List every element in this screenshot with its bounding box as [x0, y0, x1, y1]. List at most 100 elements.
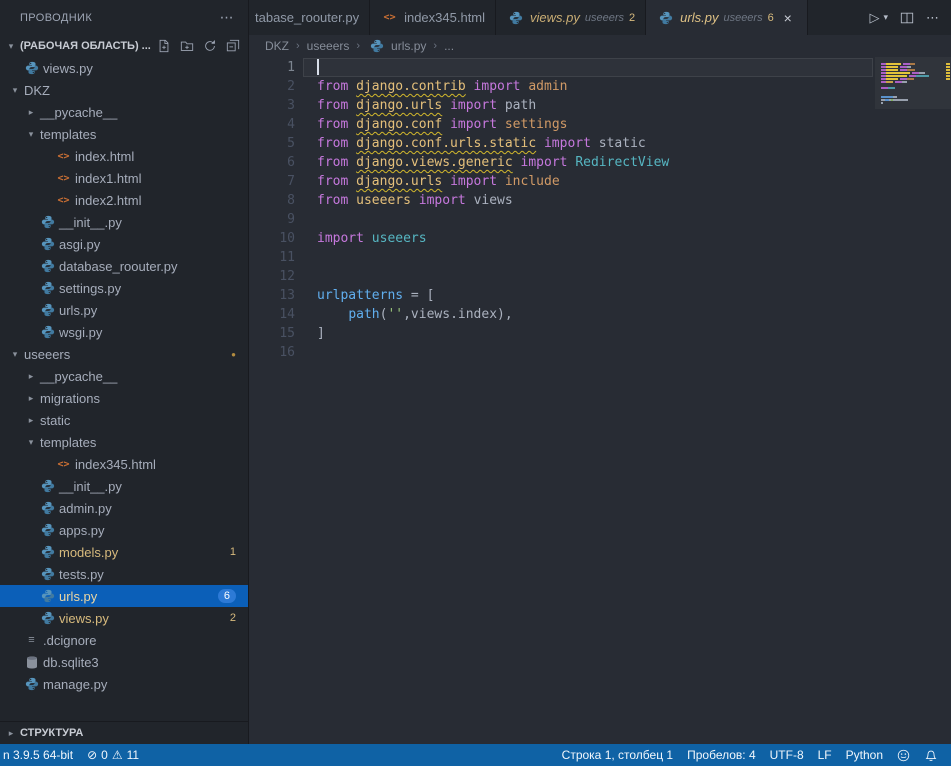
code-line-7[interactable]: 7from django.urls import include [249, 172, 873, 191]
python-interpreter[interactable]: n 3.9.5 64-bit [0, 744, 80, 766]
tree-folder-migrations[interactable]: ▸migrations [0, 387, 248, 409]
tree-folder-static[interactable]: ▸static [0, 409, 248, 431]
breadcrumb-label: useeers [307, 39, 350, 53]
line-text: from django.conf import settings [295, 115, 567, 134]
line-number: 13 [249, 286, 295, 305]
html-icon: <> [54, 459, 73, 470]
code-line-3[interactable]: 3from django.urls import path [249, 96, 873, 115]
code-line-10[interactable]: 10import useeers [249, 229, 873, 248]
encoding[interactable]: UTF-8 [763, 744, 811, 766]
tab-urls[interactable]: urls.pyuseeers6× [646, 0, 808, 35]
code-line-1[interactable]: 1 [249, 58, 873, 77]
indentation[interactable]: Пробелов: 4 [680, 744, 763, 766]
html-icon: <> [380, 12, 399, 23]
code-line-11[interactable]: 11 [249, 248, 873, 267]
tree-item-settings.py[interactable]: settings.py [0, 277, 248, 299]
tree-item-asgi.py[interactable]: asgi.py [0, 233, 248, 255]
code-line-13[interactable]: 13urlpatterns = [ [249, 286, 873, 305]
problems-badge: 1 [230, 546, 236, 558]
line-text [295, 343, 317, 362]
new-folder-icon[interactable] [180, 39, 194, 53]
tab-index345[interactable]: <>index345.html [370, 0, 496, 35]
tree-item-db.sqlite3[interactable]: db.sqlite3 [0, 651, 248, 673]
language-mode[interactable]: Python [839, 744, 890, 766]
run-dropdown-icon[interactable]: ▾ [883, 12, 888, 23]
tree-item-urls.py[interactable]: urls.py [0, 299, 248, 321]
collapse-all-icon[interactable] [226, 39, 240, 53]
status-right: Строка 1, столбец 1Пробелов: 4UTF-8LFPyt… [555, 744, 945, 766]
line-text: from django.contrib import admin [295, 77, 567, 96]
code-line-12[interactable]: 12 [249, 267, 873, 286]
code-lines: 12from django.contrib import admin3from … [249, 58, 873, 362]
tree-item-.dcignore[interactable]: ≡.dcignore [0, 629, 248, 651]
split-editor-button[interactable] [900, 11, 914, 25]
tree-folder-__pycache__[interactable]: ▸__pycache__ [0, 365, 248, 387]
tree-item-views.py[interactable]: views.py [0, 57, 248, 79]
eol[interactable]: LF [811, 744, 839, 766]
code-line-16[interactable]: 16 [249, 343, 873, 362]
file-label: admin.py [59, 501, 112, 516]
tab-views[interactable]: views.pyuseeers2 [496, 0, 646, 35]
tree-folder-__pycache__[interactable]: ▸__pycache__ [0, 101, 248, 123]
tree-item-index2.html[interactable]: <>index2.html [0, 189, 248, 211]
tree-item-__init__.py[interactable]: __init__.py [0, 475, 248, 497]
tree-folder-DKZ[interactable]: ▾DKZ [0, 79, 248, 101]
minimap-line [881, 72, 943, 74]
code-line-9[interactable]: 9 [249, 210, 873, 229]
tree-item-urls.py[interactable]: urls.py6 [0, 585, 248, 607]
close-icon[interactable]: × [779, 10, 797, 26]
outline-section-header[interactable]: ▸ СТРУКТУРА [0, 721, 248, 744]
tree-folder-useeers[interactable]: ▾useeers● [0, 343, 248, 365]
file-icon: ≡ [22, 634, 41, 646]
tree-item-tests.py[interactable]: tests.py [0, 563, 248, 585]
cursor-position[interactable]: Строка 1, столбец 1 [555, 744, 680, 766]
breadcrumb-item-useeers[interactable]: useeers [307, 39, 350, 53]
tree-item-index345.html[interactable]: <>index345.html [0, 453, 248, 475]
code-line-2[interactable]: 2from django.contrib import admin [249, 77, 873, 96]
new-file-icon[interactable] [157, 39, 171, 53]
feedback-smiley-icon[interactable] [890, 744, 917, 766]
tree-item-apps.py[interactable]: apps.py [0, 519, 248, 541]
workspace-section-header[interactable]: ▾ (РАБОЧАЯ ОБЛАСТЬ) ... [0, 35, 248, 57]
tree-item-admin.py[interactable]: admin.py [0, 497, 248, 519]
minimap-line [881, 60, 943, 62]
tree-item-index.html[interactable]: <>index.html [0, 145, 248, 167]
errors-icon: ⊘ [87, 748, 97, 762]
code-line-14[interactable]: 14 path('',views.index), [249, 305, 873, 324]
tab-database-roouter[interactable]: tabase_roouter.py [249, 0, 370, 35]
line-number: 12 [249, 267, 295, 286]
file-label: apps.py [59, 523, 105, 538]
tree-folder-templates[interactable]: ▾templates [0, 431, 248, 453]
breadcrumb-item-[interactable]: ... [444, 39, 454, 53]
notifications-bell-icon[interactable] [917, 744, 945, 766]
breadcrumb-item-DKZ[interactable]: DKZ [265, 39, 289, 53]
code-line-8[interactable]: 8from useeers import views [249, 191, 873, 210]
chevron-right-icon: ▸ [24, 415, 38, 426]
vscode-window: ПРОВОДНИК ⋯ ▾ (РАБОЧАЯ ОБЛАСТЬ) ... [0, 0, 951, 766]
explorer-more-icon[interactable]: ⋯ [220, 9, 234, 26]
run-button[interactable]: ▷ [869, 10, 879, 26]
breadcrumb-item-urlspy[interactable]: urls.py [367, 39, 426, 53]
warnings-count: 11 [127, 748, 139, 762]
tree-folder-templates[interactable]: ▾templates [0, 123, 248, 145]
file-label: tests.py [59, 567, 104, 582]
minimap[interactable] [881, 60, 943, 108]
tree-item-index1.html[interactable]: <>index1.html [0, 167, 248, 189]
code-line-4[interactable]: 4from django.conf import settings [249, 115, 873, 134]
warnings-icon: ⚠ [112, 748, 123, 762]
code-line-6[interactable]: 6from django.views.generic import Redire… [249, 153, 873, 172]
tree-item-models.py[interactable]: models.py1 [0, 541, 248, 563]
line-number: 5 [249, 134, 295, 153]
tree-item-__init__.py[interactable]: __init__.py [0, 211, 248, 233]
tree-item-wsgi.py[interactable]: wsgi.py [0, 321, 248, 343]
tree-item-views.py[interactable]: views.py2 [0, 607, 248, 629]
code-editor[interactable]: 12from django.contrib import admin3from … [249, 57, 951, 744]
tree-item-database_roouter.py[interactable]: database_roouter.py [0, 255, 248, 277]
problems-indicator[interactable]: ⊘ 0 ⚠ 11 [80, 744, 146, 766]
more-actions-button[interactable]: ⋯ [926, 10, 939, 26]
refresh-icon[interactable] [203, 39, 217, 53]
explorer-title: ПРОВОДНИК [20, 12, 92, 24]
code-line-5[interactable]: 5from django.conf.urls.static import sta… [249, 134, 873, 153]
code-line-15[interactable]: 15] [249, 324, 873, 343]
tree-item-manage.py[interactable]: manage.py [0, 673, 248, 695]
